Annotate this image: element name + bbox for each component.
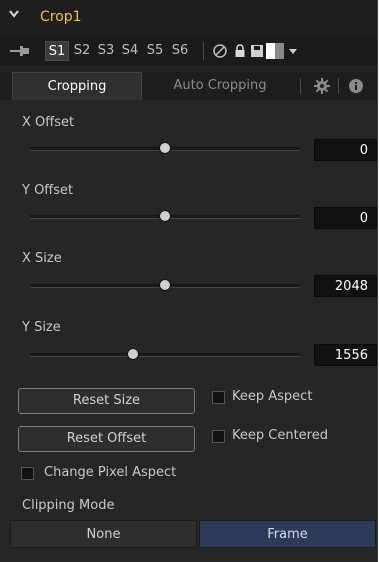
chevron-down-icon[interactable] (8, 8, 20, 20)
version-s1-button[interactable]: S1 (45, 41, 69, 61)
x-offset-slider-handle[interactable] (160, 143, 170, 153)
x-offset-label: X Offset (22, 115, 75, 130)
tool-title: Crop1 (40, 9, 82, 25)
keep-aspect-label: Keep Aspect (232, 389, 313, 404)
keep-aspect-checkbox[interactable] (212, 391, 225, 404)
keep-centered-label: Keep Centered (232, 428, 328, 443)
x-size-slider-handle[interactable] (160, 280, 170, 290)
x-size-label: X Size (22, 251, 62, 266)
disable-icon[interactable] (212, 43, 228, 59)
clipping-mode-frame-button[interactable]: Frame (199, 520, 376, 548)
clipping-mode-label: Clipping Mode (22, 498, 115, 513)
reset-offset-button[interactable]: Reset Offset (18, 426, 195, 452)
version-toolbar: S1 S2 S3 S4 S5 S6 (0, 36, 377, 66)
change-pixel-aspect-label: Change Pixel Aspect (44, 465, 177, 480)
y-size-slider-handle[interactable] (127, 349, 138, 359)
y-offset-input[interactable]: 0 (314, 207, 377, 229)
tab-bar: Cropping Auto Cropping (0, 72, 377, 100)
x-offset-input[interactable]: 0 (314, 139, 377, 161)
y-size-label: Y Size (22, 320, 61, 335)
tool-header[interactable]: Crop1 (0, 0, 377, 36)
inspector-panel: Crop1 S1 S2 S3 S4 S5 S6 Cropping Auto Cr… (0, 0, 378, 562)
tab-divider (338, 78, 339, 94)
y-size-slider[interactable] (30, 353, 300, 357)
lock-icon[interactable] (232, 43, 248, 59)
version-s4-button[interactable]: S4 (118, 41, 142, 61)
version-s2-button[interactable]: S2 (70, 41, 94, 61)
gear-icon[interactable] (314, 78, 330, 94)
pin-icon[interactable] (10, 45, 30, 57)
y-offset-label: Y Offset (22, 183, 74, 198)
tab-auto-cropping[interactable]: Auto Cropping (150, 72, 290, 100)
change-pixel-aspect-checkbox[interactable] (21, 467, 34, 480)
x-size-input[interactable]: 2048 (314, 275, 377, 297)
color-swatch[interactable] (266, 43, 284, 59)
tab-cropping[interactable]: Cropping (12, 72, 142, 100)
version-s5-button[interactable]: S5 (143, 41, 167, 61)
toolbar-divider (203, 42, 204, 60)
y-size-input[interactable]: 1556 (314, 344, 377, 366)
keep-centered-checkbox[interactable] (212, 430, 225, 443)
reset-size-button[interactable]: Reset Size (18, 388, 195, 414)
dropdown-arrow-icon[interactable] (289, 49, 297, 55)
save-icon[interactable] (249, 43, 265, 59)
version-s3-button[interactable]: S3 (94, 41, 118, 61)
info-icon[interactable] (348, 78, 364, 94)
y-offset-slider-handle[interactable] (160, 211, 170, 221)
version-s6-button[interactable]: S6 (168, 41, 192, 61)
tab-divider (300, 78, 301, 94)
clipping-mode-none-button[interactable]: None (10, 520, 197, 548)
